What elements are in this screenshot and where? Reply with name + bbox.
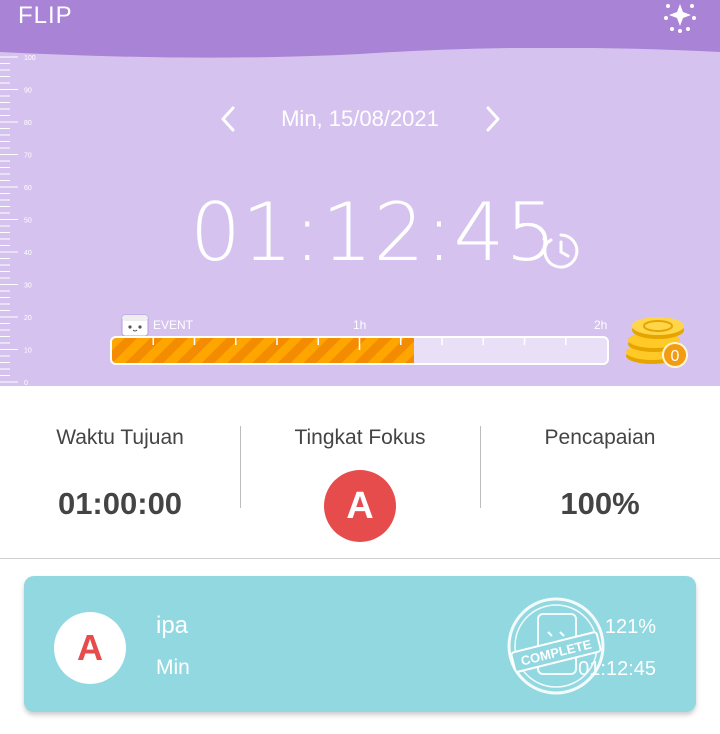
coin-count-badge: 0 (662, 342, 688, 368)
stat-target-label: Waktu Tujuan (56, 426, 184, 449)
stat-achievement-value: 100% (560, 486, 640, 521)
stat-divider (240, 426, 241, 508)
date-label: Min, 15/08/2021 (281, 106, 439, 131)
elapsed-timer: 01:12:45 (190, 186, 558, 279)
progress-mark-1h: 1h (353, 318, 367, 332)
session-record-card[interactable]: A ipa Min COMPLETE 121% 01:12:45 (24, 576, 696, 712)
focus-progress-bar (110, 336, 609, 365)
ruler-label: 90 (24, 88, 32, 95)
ruler-label: 30 (24, 283, 32, 290)
progress-ticks (152, 338, 567, 350)
date-navigator: Min, 15/08/2021 (0, 102, 720, 136)
ruler-label: 70 (24, 153, 32, 160)
ruler-label: 40 (24, 250, 32, 257)
record-duration: 01:12:45 (578, 658, 656, 680)
app-title: FLIP (18, 2, 73, 29)
record-percent: 121% (604, 616, 656, 638)
header-wave (0, 44, 720, 58)
timer-icon[interactable] (540, 230, 582, 272)
ruler-label: 60 (24, 185, 32, 192)
session-stats: Waktu Tujuan 01:00:00 Tingkat Fokus A Pe… (0, 386, 720, 558)
event-mascot-icon (121, 314, 149, 337)
record-grade-badge: A (54, 612, 126, 684)
chevron-right-icon[interactable] (476, 102, 508, 136)
event-label: EVENT (153, 318, 194, 332)
stat-focus-level: Tingkat Fokus A (240, 386, 480, 558)
stat-achievement-label: Pencapaian (544, 426, 656, 449)
ruler-label: 20 (24, 315, 32, 322)
section-divider (0, 558, 720, 559)
ruler-label: 10 (24, 348, 32, 355)
stat-achievement: Pencapaian 100% (480, 386, 720, 558)
stat-target-value: 01:00:00 (57, 486, 183, 521)
progress-mark-2h: 2h (594, 318, 608, 332)
record-subject: ipa (156, 612, 189, 639)
focus-grade-badge: A (324, 470, 396, 542)
sparkle-icon[interactable] (660, 0, 700, 34)
chevron-left-icon[interactable] (213, 102, 245, 136)
record-day: Min (156, 656, 190, 679)
ruler-label: 50 (24, 218, 32, 225)
stat-divider (480, 426, 481, 508)
complete-stamp-icon: COMPLETE (507, 597, 605, 695)
stat-focus-label: Tingkat Fokus (294, 426, 426, 449)
stat-target-time: Waktu Tujuan 01:00:00 (0, 386, 240, 558)
ruler-label: 100 (24, 55, 36, 62)
